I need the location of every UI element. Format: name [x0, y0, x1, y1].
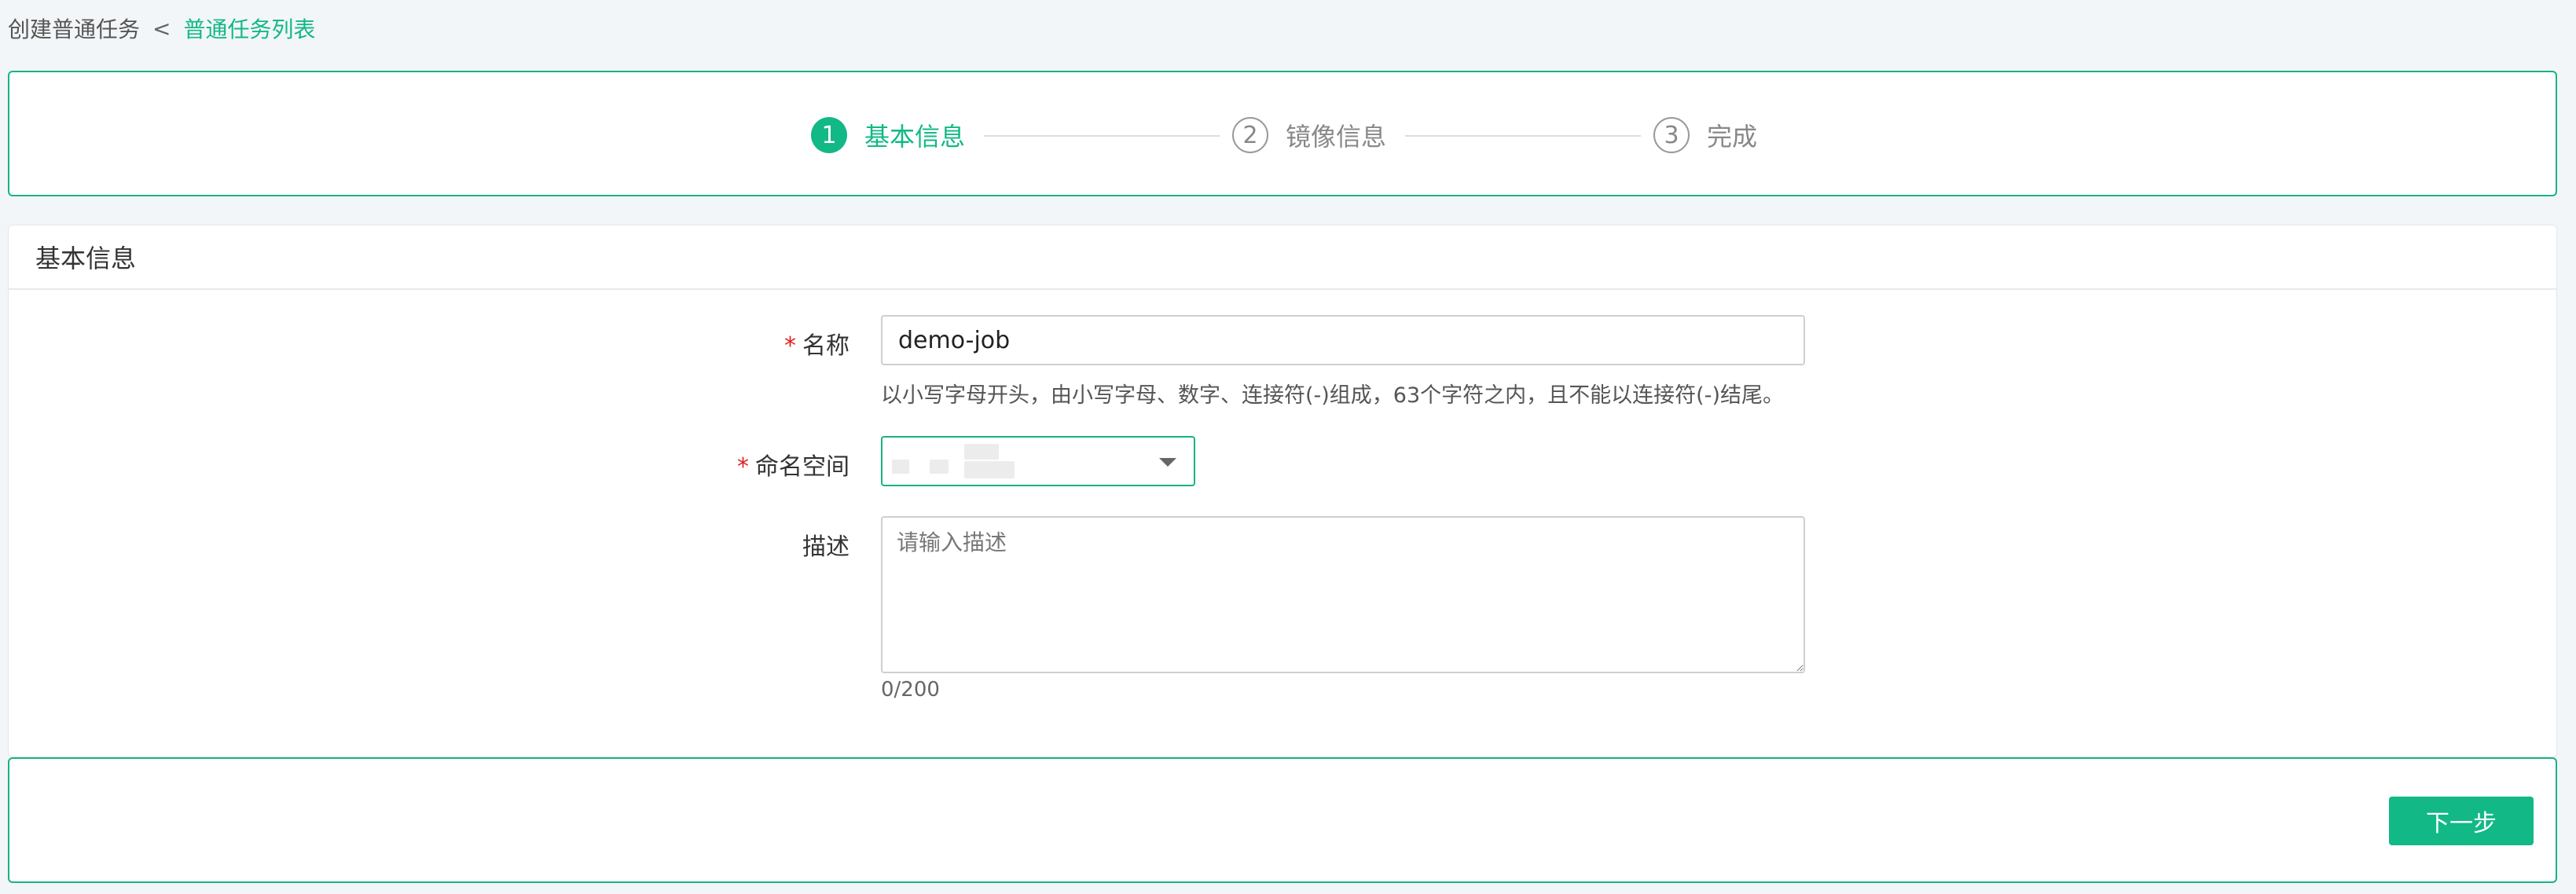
redacted-value: [930, 460, 949, 474]
namespace-label: * 命名空间: [737, 453, 849, 481]
next-step-button[interactable]: 下一步: [2389, 797, 2534, 845]
breadcrumb: 创建普通任务 < 普通任务列表: [8, 9, 316, 47]
step-1-indicator: 1: [811, 117, 847, 153]
name-label: * 名称: [784, 332, 849, 360]
step-2-indicator: 2: [1232, 117, 1268, 153]
name-input[interactable]: [881, 315, 1805, 365]
step-connector-2: [1405, 135, 1641, 137]
description-label: 描述: [802, 533, 849, 561]
step-image-info: 2 镜像信息: [1232, 72, 1386, 198]
basic-info-form-card: 基本信息 *名称 以小写字母开头，由小写字母、数字、连接符(-)组成，63个字符…: [8, 225, 2557, 757]
breadcrumb-separator: <: [152, 15, 171, 42]
namespace-select[interactable]: [881, 436, 1195, 486]
section-title: 基本信息: [9, 225, 2556, 290]
step-3-indicator: 3: [1653, 117, 1690, 153]
redacted-value: [964, 461, 1015, 478]
description-counter: 0/200: [881, 678, 940, 702]
breadcrumb-current: 创建普通任务: [8, 16, 141, 42]
step-connector-1: [984, 135, 1220, 137]
footer-card: [8, 757, 2557, 883]
required-mark: *: [784, 332, 796, 360]
step-complete: 3 完成: [1653, 72, 1757, 198]
step-basic-info: 1 基本信息: [811, 72, 965, 198]
redacted-value: [964, 444, 999, 460]
steps-card: 1 基本信息 2 镜像信息 3 完成: [8, 71, 2557, 196]
name-hint: 以小写字母开头，由小写字母、数字、连接符(-)组成，63个字符之内，且不能以连接…: [881, 383, 1784, 408]
step-2-label: 镜像信息: [1286, 122, 1387, 152]
step-3-label: 完成: [1707, 122, 1758, 152]
description-textarea[interactable]: [881, 516, 1805, 673]
chevron-down-icon[interactable]: [1159, 458, 1176, 467]
breadcrumb-parent-link[interactable]: 普通任务列表: [183, 13, 315, 44]
required-mark: *: [737, 453, 749, 481]
redacted-value: [892, 460, 909, 474]
step-1-label: 基本信息: [864, 122, 966, 152]
